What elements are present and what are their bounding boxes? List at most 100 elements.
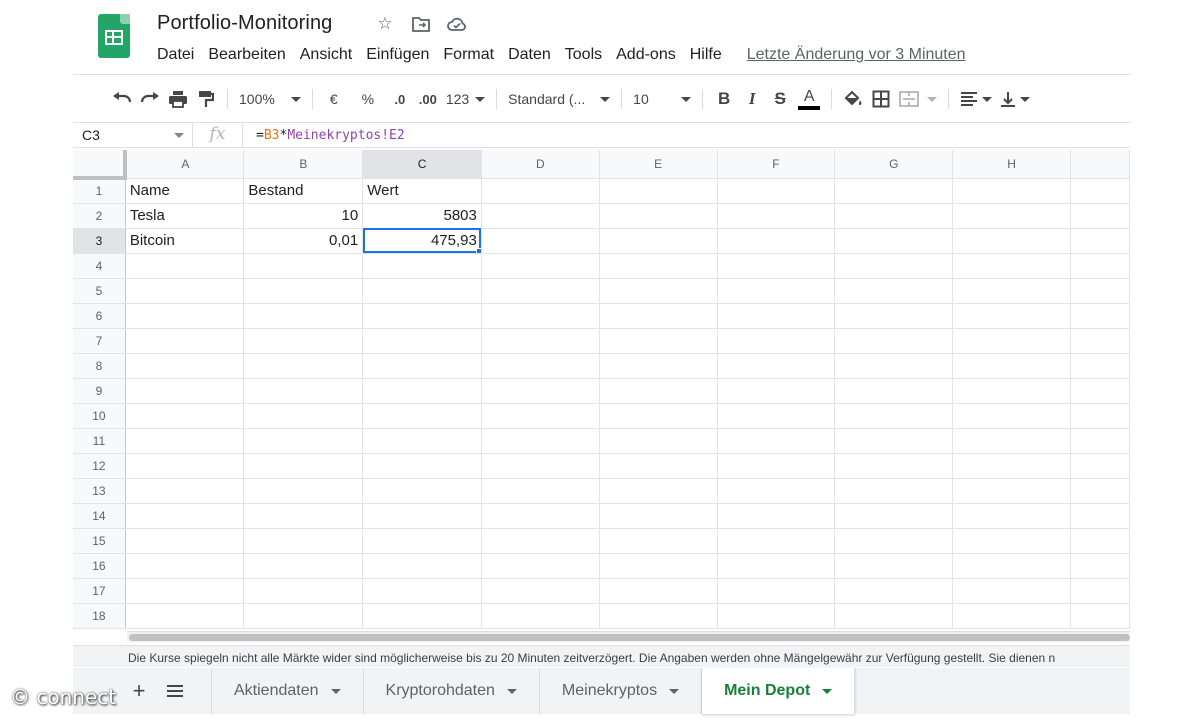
- cell-g11[interactable]: [834, 428, 954, 454]
- cell-f14[interactable]: [717, 503, 836, 529]
- cell-e2[interactable]: [599, 203, 718, 229]
- cell-a12[interactable]: [125, 453, 245, 479]
- cell-overflow[interactable]: [1070, 278, 1130, 304]
- row-header[interactable]: 12: [73, 453, 126, 479]
- star-icon[interactable]: ☆: [374, 13, 396, 35]
- cell-h8[interactable]: [952, 353, 1071, 379]
- cell-h5[interactable]: [952, 278, 1071, 304]
- cell-b16[interactable]: [243, 553, 364, 579]
- cell-b9[interactable]: [243, 378, 364, 404]
- cell-b17[interactable]: [243, 578, 364, 604]
- cell-g12[interactable]: [834, 453, 954, 479]
- cell-e11[interactable]: [599, 428, 718, 454]
- cell-e13[interactable]: [599, 478, 718, 504]
- cell-g7[interactable]: [834, 328, 954, 354]
- cell-d15[interactable]: [481, 528, 600, 554]
- select-all-corner[interactable]: [73, 150, 128, 180]
- menu-datei[interactable]: Datei: [150, 44, 201, 66]
- column-header-b[interactable]: B: [243, 150, 364, 179]
- redo-button[interactable]: [136, 85, 164, 113]
- cell-h7[interactable]: [952, 328, 1071, 354]
- cell-h18[interactable]: [952, 603, 1071, 629]
- cell-h16[interactable]: [952, 553, 1071, 579]
- add-sheet-icon[interactable]: +: [121, 673, 157, 709]
- cell-e5[interactable]: [599, 278, 718, 304]
- cell-c12[interactable]: [362, 453, 482, 479]
- cell-c18[interactable]: [362, 603, 482, 629]
- cell-b12[interactable]: [243, 453, 364, 479]
- row-header[interactable]: 2: [73, 203, 126, 229]
- cell-c8[interactable]: [362, 353, 482, 379]
- cell-overflow[interactable]: [1070, 353, 1130, 379]
- cell-b8[interactable]: [243, 353, 364, 379]
- cell-a4[interactable]: [125, 253, 245, 279]
- cell-c3[interactable]: 475,93: [362, 228, 482, 254]
- menu-bearbeiten[interactable]: Bearbeiten: [201, 44, 292, 66]
- cell-a18[interactable]: [125, 603, 245, 629]
- cell-c1[interactable]: Wert: [362, 178, 482, 204]
- cell-a8[interactable]: [125, 353, 245, 379]
- cell-a6[interactable]: [125, 303, 245, 329]
- cell-b5[interactable]: [243, 278, 364, 304]
- chevron-down-icon[interactable]: [669, 688, 680, 694]
- menu-daten[interactable]: Daten: [501, 44, 558, 66]
- name-box[interactable]: C3: [73, 123, 193, 147]
- undo-button[interactable]: [108, 85, 136, 113]
- cell-overflow[interactable]: [1070, 228, 1130, 254]
- cell-c17[interactable]: [362, 578, 482, 604]
- cell-a3[interactable]: Bitcoin: [125, 228, 245, 254]
- increase-decimals-button[interactable]: .00: [414, 85, 442, 113]
- cell-c6[interactable]: [362, 303, 482, 329]
- cell-d7[interactable]: [481, 328, 600, 354]
- cell-h13[interactable]: [952, 478, 1071, 504]
- borders-icon[interactable]: [867, 85, 895, 113]
- cell-overflow[interactable]: [1070, 303, 1130, 329]
- cell-d2[interactable]: [481, 203, 600, 229]
- cell-d16[interactable]: [481, 553, 600, 579]
- cell-f3[interactable]: [717, 228, 836, 254]
- cell-g16[interactable]: [834, 553, 954, 579]
- cell-overflow[interactable]: [1070, 478, 1130, 504]
- cell-c10[interactable]: [362, 403, 482, 429]
- text-color-button[interactable]: A: [794, 85, 824, 113]
- cell-f7[interactable]: [717, 328, 836, 354]
- menu-tools[interactable]: Tools: [558, 44, 609, 66]
- row-header[interactable]: 11: [73, 428, 126, 454]
- cell-f2[interactable]: [717, 203, 836, 229]
- cell-g8[interactable]: [834, 353, 954, 379]
- cell-f4[interactable]: [717, 253, 836, 279]
- cell-f6[interactable]: [717, 303, 836, 329]
- cell-a1[interactable]: Name: [125, 178, 245, 204]
- cell-h9[interactable]: [952, 378, 1071, 404]
- cell-a14[interactable]: [125, 503, 245, 529]
- row-header[interactable]: 16: [73, 553, 126, 579]
- cell-e15[interactable]: [599, 528, 718, 554]
- format-percent-button[interactable]: %: [354, 85, 382, 113]
- cell-c15[interactable]: [362, 528, 482, 554]
- row-header[interactable]: 17: [73, 578, 126, 604]
- cell-a2[interactable]: Tesla: [125, 203, 245, 229]
- chevron-down-icon[interactable]: [506, 688, 517, 694]
- zoom-select[interactable]: 100%: [235, 85, 305, 113]
- cell-overflow[interactable]: [1070, 403, 1130, 429]
- cell-c14[interactable]: [362, 503, 482, 529]
- cell-f13[interactable]: [717, 478, 836, 504]
- cell-a10[interactable]: [125, 403, 245, 429]
- row-header[interactable]: 15: [73, 528, 126, 554]
- cell-b7[interactable]: [243, 328, 364, 354]
- cell-b13[interactable]: [243, 478, 364, 504]
- formula-input[interactable]: =B3*Meinekryptos!E2: [243, 128, 405, 143]
- cell-d14[interactable]: [481, 503, 600, 529]
- cell-b6[interactable]: [243, 303, 364, 329]
- cell-d5[interactable]: [481, 278, 600, 304]
- cell-h17[interactable]: [952, 578, 1071, 604]
- cell-c5[interactable]: [362, 278, 482, 304]
- cell-f1[interactable]: [717, 178, 836, 204]
- menu-format[interactable]: Format: [436, 44, 501, 66]
- cell-h1[interactable]: [952, 178, 1071, 204]
- sheet-tab-aktiendaten[interactable]: Aktiendaten: [212, 668, 364, 714]
- cell-c11[interactable]: [362, 428, 482, 454]
- horizontal-scrollbar[interactable]: [127, 631, 1130, 642]
- cell-c16[interactable]: [362, 553, 482, 579]
- cell-e1[interactable]: [599, 178, 718, 204]
